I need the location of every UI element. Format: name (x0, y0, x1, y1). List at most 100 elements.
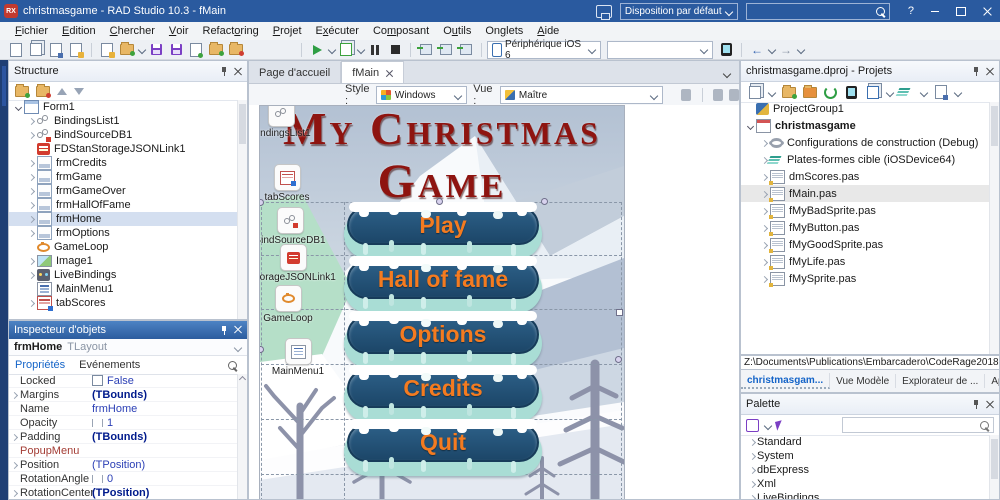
property-expander-icon[interactable] (9, 487, 20, 499)
component-BindSourceDB1[interactable]: BindSourceDB1 (260, 207, 345, 246)
selection-handle[interactable] (541, 198, 548, 205)
ide-search-box[interactable] (745, 2, 890, 20)
menu-composant[interactable]: Co m posant (366, 22, 436, 40)
device-manager-button[interactable] (717, 42, 735, 58)
close-tab-icon[interactable] (386, 69, 393, 76)
tree-item-frmGame[interactable]: frmGame (9, 170, 238, 184)
tree-expander-icon[interactable] (26, 270, 36, 280)
new-project-dropdown[interactable] (769, 89, 776, 96)
game-button-hall-of-fame[interactable]: Hall of fame (344, 256, 542, 313)
tab-evénements[interactable]: Evénements (79, 359, 140, 371)
property-expander-icon[interactable] (9, 431, 20, 443)
close-panel-icon[interactable] (986, 400, 994, 408)
new-window-button[interactable] (27, 42, 45, 58)
close-button[interactable] (974, 0, 1000, 22)
property-value[interactable]: (TPosition) (92, 487, 238, 499)
selection-cursor-icon[interactable] (774, 419, 785, 431)
refresh-button[interactable] (823, 84, 838, 100)
tree-expander-icon[interactable] (759, 138, 769, 148)
property-row-Padding[interactable]: Padding (TBounds) (9, 430, 238, 444)
tree-item-fMain.pas[interactable]: fMain.pas (741, 185, 990, 202)
tree-item-tabScores[interactable]: tabScores (9, 296, 238, 311)
property-row-Locked[interactable]: Locked False (9, 374, 238, 388)
property-value[interactable]: (TBounds) (92, 431, 238, 443)
pin-icon[interactable] (974, 399, 978, 409)
menu-edition[interactable]: Edition (55, 22, 103, 40)
component-tabScores[interactable]: tabScores (260, 164, 342, 203)
new-file-button[interactable] (7, 42, 25, 58)
editor-tab-fMain[interactable]: fMain (341, 61, 405, 83)
tree-item-ProjectGroup1[interactable]: ProjectGroup1 (741, 100, 990, 117)
thumbnail-view-icon[interactable] (680, 89, 691, 101)
palette-scrollbar[interactable] (989, 435, 999, 499)
help-button[interactable]: ? (908, 5, 914, 17)
add-file-button[interactable] (67, 42, 85, 58)
property-row-RotationCenter[interactable]: RotationCenter (TPosition) (9, 486, 238, 499)
tree-expander-icon[interactable] (13, 102, 23, 112)
tree-item-MainMenu1[interactable]: MainMenu1 (9, 282, 238, 296)
compile-dropdown[interactable] (921, 89, 928, 96)
tree-item-GameLoop[interactable]: GameLoop (9, 240, 238, 254)
save-button[interactable] (147, 42, 165, 58)
property-value[interactable]: frmHome (92, 403, 238, 415)
build-dropdown[interactable] (887, 89, 894, 96)
build-button[interactable] (865, 84, 880, 100)
pin-icon[interactable] (222, 66, 226, 76)
tree-expander-icon[interactable] (26, 186, 36, 196)
selection-handle[interactable] (436, 198, 443, 205)
property-value[interactable]: 1 (92, 417, 238, 429)
tree-expander-icon[interactable] (26, 298, 36, 308)
palette-category-dbExpress[interactable]: dbExpress (741, 463, 990, 477)
tree-item-frmCredits[interactable]: frmCredits (9, 156, 238, 170)
pin-icon[interactable] (222, 325, 226, 335)
tree-expander-icon[interactable] (26, 214, 36, 224)
tree-expander-icon[interactable] (26, 158, 36, 168)
open-project-button[interactable] (118, 42, 136, 58)
property-row-Position[interactable]: Position (TPosition) (9, 458, 238, 472)
tree-item-Form1[interactable]: Form1 (9, 100, 238, 114)
tree-expander-icon[interactable] (26, 172, 36, 182)
game-button-options[interactable]: Options (344, 311, 542, 368)
trace-into-button[interactable] (437, 42, 455, 58)
navigate-forward-dropdown[interactable] (798, 46, 805, 53)
palette-category-Xml[interactable]: Xml (741, 477, 990, 491)
property-row-Margins[interactable]: Margins (TBounds) (9, 388, 238, 402)
add-to-project-button[interactable] (781, 84, 797, 100)
open-folder-add-button[interactable] (207, 42, 225, 58)
move-up-item-icon[interactable] (15, 83, 30, 98)
dock-tab-Explorateur-de-[interactable]: Explorateur de ... (896, 374, 986, 388)
arrow-down-icon[interactable] (74, 87, 84, 95)
tree-expander-icon[interactable] (26, 200, 36, 210)
property-row-PopupMenu[interactable]: PopupMenu (9, 444, 238, 458)
tree-item-Configurations de construction (Debug)[interactable]: Configurations de construction (Debug) (741, 134, 990, 151)
navigate-back-button[interactable]: ← (748, 42, 766, 58)
selection-handle[interactable] (615, 356, 622, 363)
new-unit-button[interactable] (47, 42, 65, 58)
tree-expander-icon[interactable] (26, 130, 36, 140)
component-GameLoop[interactable]: GameLoop (260, 285, 343, 324)
save-as-button[interactable] (187, 42, 205, 58)
property-row-Name[interactable]: Name frmHome (9, 402, 238, 416)
game-button-play[interactable]: Play (344, 202, 542, 259)
deploy-button[interactable] (933, 84, 948, 100)
property-expander-icon[interactable] (9, 389, 20, 401)
run-dropdown[interactable] (329, 46, 336, 53)
inspector-object-selector[interactable]: frmHome TLayout (9, 339, 247, 356)
menu-projet[interactable]: Projet (266, 22, 309, 40)
property-expander-icon[interactable] (9, 459, 20, 471)
target-device-dropdown[interactable]: Périphérique iOS 6 (487, 39, 601, 61)
device-view-icon[interactable] (729, 89, 739, 101)
tree-expander-icon[interactable] (759, 240, 769, 250)
tree-expander-icon[interactable] (759, 155, 769, 165)
open-file-button[interactable] (98, 42, 116, 58)
tree-item-fMyGoodSprite.pas[interactable]: fMyGoodSprite.pas (741, 236, 990, 253)
tree-expander-icon[interactable] (747, 493, 757, 499)
design-form[interactable]: My Christmas Game Play Hall of fame Option… (259, 105, 625, 499)
navigate-forward-button[interactable]: → (777, 42, 795, 58)
stop-button[interactable] (386, 42, 404, 58)
tree-item-frmOptions[interactable]: frmOptions (9, 226, 238, 240)
menu-voir[interactable]: Voir (162, 22, 196, 40)
property-value[interactable]: False (92, 375, 238, 387)
tree-item-Image1[interactable]: Image1 (9, 254, 238, 268)
navigate-back-dropdown[interactable] (769, 46, 776, 53)
